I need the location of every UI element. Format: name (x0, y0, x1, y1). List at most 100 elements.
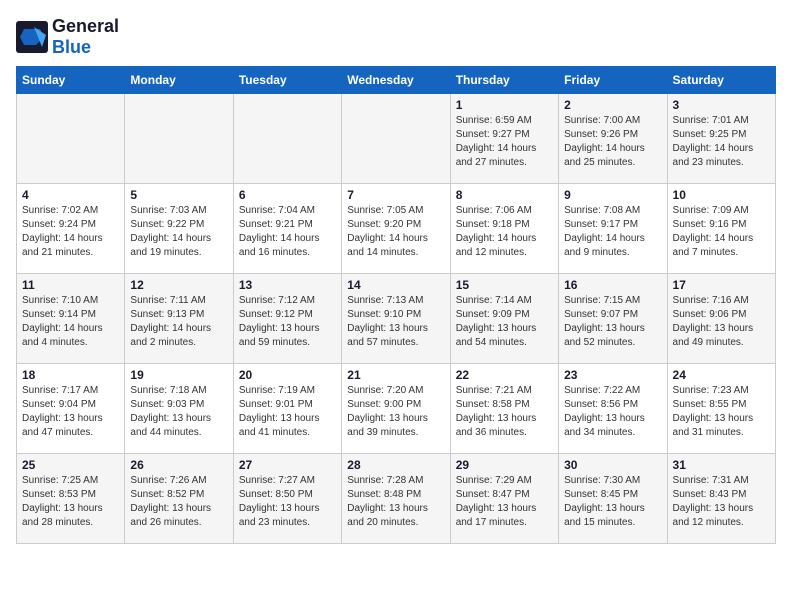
day-info: Sunrise: 6:59 AM Sunset: 9:27 PM Dayligh… (456, 114, 553, 170)
day-info: Sunrise: 7:01 AM Sunset: 9:25 PM Dayligh… (673, 114, 770, 170)
calendar-cell: 17 Sunrise: 7:16 AM Sunset: 9:06 PM Dayli… (667, 274, 775, 364)
header-saturday: Saturday (667, 67, 775, 94)
day-number: 15 (456, 278, 553, 292)
day-info: Sunrise: 7:05 AM Sunset: 9:20 PM Dayligh… (347, 204, 444, 260)
day-number: 23 (564, 368, 661, 382)
header-tuesday: Tuesday (233, 67, 341, 94)
day-number: 6 (239, 188, 336, 202)
day-number: 20 (239, 368, 336, 382)
calendar-cell: 3 Sunrise: 7:01 AM Sunset: 9:25 PM Daylig… (667, 94, 775, 184)
day-info: Sunrise: 7:03 AM Sunset: 9:22 PM Dayligh… (130, 204, 227, 260)
calendar-cell: 15Sunrise: 7:14 AM Sunset: 9:09 PM Dayli… (450, 274, 558, 364)
day-info: Sunrise: 7:08 AM Sunset: 9:17 PM Dayligh… (564, 204, 661, 260)
page-header: General Blue (16, 16, 776, 58)
day-info: Sunrise: 7:27 AM Sunset: 8:50 PM Dayligh… (239, 474, 336, 530)
day-number: 7 (347, 188, 444, 202)
calendar-cell: 9Sunrise: 7:08 AM Sunset: 9:17 PM Daylig… (559, 184, 667, 274)
day-number: 19 (130, 368, 227, 382)
day-info: Sunrise: 7:20 AM Sunset: 9:00 PM Dayligh… (347, 384, 444, 440)
day-number: 17 (673, 278, 770, 292)
day-number: 24 (673, 368, 770, 382)
calendar-cell: 14 Sunrise: 7:13 AM Sunset: 9:10 PM Dayli… (342, 274, 450, 364)
day-info: Sunrise: 7:25 AM Sunset: 8:53 PM Dayligh… (22, 474, 119, 530)
header-wednesday: Wednesday (342, 67, 450, 94)
day-number: 14 (347, 278, 444, 292)
day-info: Sunrise: 7:21 AM Sunset: 8:58 PM Dayligh… (456, 384, 553, 440)
day-info: Sunrise: 7:29 AM Sunset: 8:47 PM Dayligh… (456, 474, 553, 530)
day-info: Sunrise: 7:10 AM Sunset: 9:14 PM Dayligh… (22, 294, 119, 350)
day-number: 3 (673, 98, 770, 112)
calendar-cell: 8 Sunrise: 7:06 AM Sunset: 9:18 PM Daylig… (450, 184, 558, 274)
day-info: Sunrise: 7:15 AM Sunset: 9:07 PM Dayligh… (564, 294, 661, 350)
day-info: Sunrise: 7:06 AM Sunset: 9:18 PM Dayligh… (456, 204, 553, 260)
calendar-cell: 18Sunrise: 7:17 AM Sunset: 9:04 PM Dayli… (17, 364, 125, 454)
day-info: Sunrise: 7:00 AM Sunset: 9:26 PM Dayligh… (564, 114, 661, 170)
day-number: 5 (130, 188, 227, 202)
day-number: 4 (22, 188, 119, 202)
calendar-cell: 21 Sunrise: 7:20 AM Sunset: 9:00 PM Dayli… (342, 364, 450, 454)
calendar-cell: 25 Sunrise: 7:25 AM Sunset: 8:53 PM Dayli… (17, 454, 125, 544)
day-info: Sunrise: 7:31 AM Sunset: 8:43 PM Dayligh… (673, 474, 770, 530)
calendar-cell: 20Sunrise: 7:19 AM Sunset: 9:01 PM Dayli… (233, 364, 341, 454)
calendar-cell: 1 Sunrise: 6:59 AM Sunset: 9:27 PM Daylig… (450, 94, 558, 184)
day-number: 27 (239, 458, 336, 472)
calendar-cell: 28Sunrise: 7:28 AM Sunset: 8:48 PM Dayli… (342, 454, 450, 544)
calendar-cell: 30 Sunrise: 7:30 AM Sunset: 8:45 PM Dayli… (559, 454, 667, 544)
day-number: 2 (564, 98, 661, 112)
calendar-cell: 26 Sunrise: 7:26 AM Sunset: 8:52 PM Dayli… (125, 454, 233, 544)
calendar-cell: 12 Sunrise: 7:11 AM Sunset: 9:13 PM Dayli… (125, 274, 233, 364)
header-sunday: Sunday (17, 67, 125, 94)
header-thursday: Thursday (450, 67, 558, 94)
calendar-table: SundayMondayTuesdayWednesdayThursdayFrid… (16, 66, 776, 544)
day-number: 31 (673, 458, 770, 472)
calendar-cell: 23 Sunrise: 7:22 AM Sunset: 8:56 PM Dayli… (559, 364, 667, 454)
day-info: Sunrise: 7:22 AM Sunset: 8:56 PM Dayligh… (564, 384, 661, 440)
logo-blue: Blue (52, 37, 91, 57)
logo: General Blue (16, 16, 119, 58)
calendar-cell: 22 Sunrise: 7:21 AM Sunset: 8:58 PM Dayli… (450, 364, 558, 454)
day-number: 30 (564, 458, 661, 472)
day-number: 25 (22, 458, 119, 472)
day-number: 22 (456, 368, 553, 382)
calendar-cell: 11 Sunrise: 7:10 AM Sunset: 9:14 PM Dayli… (17, 274, 125, 364)
calendar-cell (233, 94, 341, 184)
day-number: 12 (130, 278, 227, 292)
day-number: 16 (564, 278, 661, 292)
day-info: Sunrise: 7:04 AM Sunset: 9:21 PM Dayligh… (239, 204, 336, 260)
day-info: Sunrise: 7:30 AM Sunset: 8:45 PM Dayligh… (564, 474, 661, 530)
day-number: 29 (456, 458, 553, 472)
day-info: Sunrise: 7:02 AM Sunset: 9:24 PM Dayligh… (22, 204, 119, 260)
day-info: Sunrise: 7:12 AM Sunset: 9:12 PM Dayligh… (239, 294, 336, 350)
calendar-cell (342, 94, 450, 184)
day-number: 1 (456, 98, 553, 112)
calendar-cell: 2 Sunrise: 7:00 AM Sunset: 9:26 PM Daylig… (559, 94, 667, 184)
calendar-week-row: 1 Sunrise: 6:59 AM Sunset: 9:27 PM Daylig… (17, 94, 776, 184)
calendar-cell: 19Sunrise: 7:18 AM Sunset: 9:03 PM Dayli… (125, 364, 233, 454)
day-info: Sunrise: 7:23 AM Sunset: 8:55 PM Dayligh… (673, 384, 770, 440)
day-info: Sunrise: 7:16 AM Sunset: 9:06 PM Dayligh… (673, 294, 770, 350)
calendar-cell: 31 Sunrise: 7:31 AM Sunset: 8:43 PM Dayli… (667, 454, 775, 544)
calendar-cell (17, 94, 125, 184)
calendar-cell (125, 94, 233, 184)
calendar-cell: 13 Sunrise: 7:12 AM Sunset: 9:12 PM Dayli… (233, 274, 341, 364)
calendar-cell: 16 Sunrise: 7:15 AM Sunset: 9:07 PM Dayli… (559, 274, 667, 364)
calendar-cell: 7 Sunrise: 7:05 AM Sunset: 9:20 PM Daylig… (342, 184, 450, 274)
day-number: 10 (673, 188, 770, 202)
day-info: Sunrise: 7:13 AM Sunset: 9:10 PM Dayligh… (347, 294, 444, 350)
day-number: 13 (239, 278, 336, 292)
day-number: 8 (456, 188, 553, 202)
day-number: 11 (22, 278, 119, 292)
day-info: Sunrise: 7:26 AM Sunset: 8:52 PM Dayligh… (130, 474, 227, 530)
day-info: Sunrise: 7:28 AM Sunset: 8:48 PM Dayligh… (347, 474, 444, 530)
header-monday: Monday (125, 67, 233, 94)
calendar-cell: 10 Sunrise: 7:09 AM Sunset: 9:16 PM Dayli… (667, 184, 775, 274)
logo-general: General (52, 16, 119, 36)
calendar-week-row: 4 Sunrise: 7:02 AM Sunset: 9:24 PM Daylig… (17, 184, 776, 274)
day-info: Sunrise: 7:11 AM Sunset: 9:13 PM Dayligh… (130, 294, 227, 350)
day-info: Sunrise: 7:09 AM Sunset: 9:16 PM Dayligh… (673, 204, 770, 260)
calendar-week-row: 11 Sunrise: 7:10 AM Sunset: 9:14 PM Dayli… (17, 274, 776, 364)
day-info: Sunrise: 7:17 AM Sunset: 9:04 PM Dayligh… (22, 384, 119, 440)
calendar-cell: 6 Sunrise: 7:04 AM Sunset: 9:21 PM Daylig… (233, 184, 341, 274)
day-number: 21 (347, 368, 444, 382)
day-number: 26 (130, 458, 227, 472)
